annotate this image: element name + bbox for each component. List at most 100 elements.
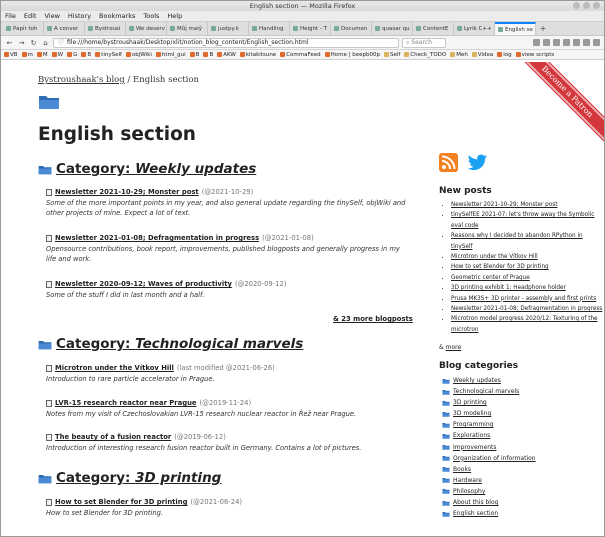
new-post-link[interactable]: 3D printing exhibit 1: Headphone holder <box>451 283 603 293</box>
bookmark[interactable]: VB <box>4 52 18 58</box>
forward-icon[interactable]: → <box>17 39 26 47</box>
reload-icon[interactable]: ↻ <box>29 39 38 47</box>
sidebar-icon[interactable] <box>563 39 570 46</box>
more-link[interactable]: more <box>446 344 462 351</box>
post-title-link[interactable]: Microtron under the Vítkov Hill <box>55 364 174 372</box>
bookmark-folder[interactable]: Self <box>383 52 400 58</box>
post-title-link[interactable]: How to set Blender for 3D printing <box>55 498 187 506</box>
bookmark[interactable]: B <box>203 52 213 58</box>
bookmark[interactable]: objWiki <box>125 52 152 58</box>
post-title-link[interactable]: Newsletter 2021-01-08; Defragmentation i… <box>55 234 259 242</box>
menu-help[interactable]: Help <box>167 12 182 20</box>
new-post-link[interactable]: How to set Blender for 3D printing <box>451 262 603 272</box>
category-link[interactable]: Books <box>442 464 536 475</box>
search-placeholder: Search <box>411 38 432 46</box>
new-post-link[interactable]: Microtron model progress 2020/12: Textur… <box>451 314 603 335</box>
twitter-icon[interactable] <box>467 154 488 172</box>
search-input[interactable]: ⌕ Search <box>402 37 446 48</box>
category-link[interactable]: 3D modeling <box>442 408 536 419</box>
bookmark[interactable]: W <box>51 52 63 58</box>
tab[interactable]: We deserv <box>126 22 167 35</box>
new-post-link[interactable]: tinySelfEE 2021-07: let's throw away the… <box>451 210 603 231</box>
tab[interactable]: Papír toh <box>3 22 44 35</box>
category-link[interactable]: English section <box>442 508 536 519</box>
bookmark-folder[interactable]: Meh <box>450 52 468 58</box>
category-link[interactable]: Improvements <box>442 442 536 453</box>
post-title-link[interactable]: Newsletter 2020-09-12; Waves of producti… <box>55 280 232 288</box>
menu-tools[interactable]: Tools <box>143 12 159 20</box>
bookmark[interactable]: B <box>189 52 199 58</box>
minimize-icon[interactable] <box>573 2 580 9</box>
category-link[interactable]: Programming <box>442 419 536 430</box>
new-tab-button[interactable]: + <box>536 22 550 35</box>
bookmark[interactable]: m <box>21 52 33 58</box>
info-icon[interactable]: ⓘ <box>58 39 64 46</box>
category-heading[interactable]: Category: Weekly updates <box>38 161 256 177</box>
home-icon[interactable]: ⌂ <box>41 39 50 47</box>
new-post-link[interactable]: Microtron under the Vítkov Hill <box>451 252 603 262</box>
bookmark-folder[interactable]: Videa <box>471 52 493 58</box>
pocket-icon[interactable] <box>533 39 540 46</box>
tab[interactable]: Handling <box>249 22 290 35</box>
breadcrumb-home-link[interactable]: Bystroushaak's blog <box>38 75 125 85</box>
library-icon[interactable] <box>553 39 560 46</box>
post-title-link[interactable]: Newsletter 2021-10-29; Monster post <box>55 188 199 196</box>
tab[interactable]: Lyrik C++ <box>454 22 495 35</box>
tab[interactable]: Bystrousi <box>85 22 126 35</box>
tab[interactable]: ContentE <box>413 22 454 35</box>
browser-window: English section — Mozilla Firefox File E… <box>0 0 605 537</box>
bookmark[interactable]: AKW <box>217 52 236 58</box>
category-link[interactable]: Hardware <box>442 475 536 486</box>
tab[interactable]: Documen <box>331 22 372 35</box>
category-link[interactable]: 3D printing <box>442 397 536 408</box>
menu-view[interactable]: View <box>44 12 59 20</box>
menu-edit[interactable]: Edit <box>24 12 37 20</box>
new-post-link[interactable]: Newsletter 2021-10-29; Monster post <box>451 200 603 210</box>
bookmark[interactable]: Home | beepb00p <box>324 52 380 58</box>
tab[interactable]: Můj malý <box>167 22 208 35</box>
category-link[interactable]: Explorations <box>442 430 536 441</box>
bookmark[interactable]: view scripts <box>515 52 554 58</box>
bookmark[interactable]: kitakitsune <box>239 52 276 58</box>
bookmark[interactable]: B <box>81 52 91 58</box>
bookmark[interactable]: M <box>36 52 48 58</box>
new-post-link[interactable]: Geometric center of Prague <box>451 273 603 283</box>
menu-bookmarks[interactable]: Bookmarks <box>99 12 135 20</box>
new-post-link[interactable]: Reasons why I decided to abandon RPython… <box>451 231 603 252</box>
more-blogposts-link[interactable]: & 23 more blogposts <box>333 315 413 323</box>
patron-ribbon[interactable]: Become a Patron <box>508 62 604 151</box>
category-heading[interactable]: Category: 3D printing <box>38 470 221 486</box>
menu-history[interactable]: History <box>68 12 91 20</box>
close-icon[interactable] <box>593 2 600 9</box>
category-link[interactable]: Weekly updates <box>442 375 536 386</box>
new-post-link[interactable]: Prusa MK3S+ 3D printer - assembly and fi… <box>451 294 603 304</box>
category-link[interactable]: Philosophy <box>442 486 536 497</box>
maximize-icon[interactable] <box>583 2 590 9</box>
category-heading[interactable]: Category: Technological marvels <box>38 336 303 352</box>
bookmark[interactable]: G <box>67 52 77 58</box>
category-link[interactable]: About this blog <box>442 497 536 508</box>
bookmark-folder[interactable]: Check_TODO <box>404 52 446 58</box>
category-link[interactable]: Organization of information <box>442 453 536 464</box>
tab-active[interactable]: English se <box>495 22 536 35</box>
bookmark[interactable]: tinySelf <box>95 52 122 58</box>
post-title-link[interactable]: LVR-15 research reactor near Prague <box>55 399 197 407</box>
rss-icon[interactable] <box>439 153 458 172</box>
extension-icon[interactable] <box>583 39 590 46</box>
back-icon[interactable]: ← <box>5 39 14 47</box>
tab[interactable]: A conver <box>44 22 85 35</box>
menu-file[interactable]: File <box>5 12 16 20</box>
url-bar[interactable]: ⓘ file:///home/bystroushaak/Desktop/xlit/… <box>53 37 399 48</box>
tab[interactable]: justpy.k <box>208 22 249 35</box>
category-link[interactable]: Technological marvels <box>442 386 536 397</box>
new-post-link[interactable]: Newsletter 2021-01-08; Defragmentation i… <box>451 304 603 314</box>
bookmark[interactable]: log <box>497 52 512 58</box>
tab[interactable]: Height - T <box>290 22 331 35</box>
bookmark[interactable]: html_gui <box>155 52 186 58</box>
download-icon[interactable] <box>543 39 550 46</box>
bookmark[interactable]: CommaFeed <box>280 52 321 58</box>
tab[interactable]: quasar qu <box>372 22 413 35</box>
extension-icon[interactable] <box>573 39 580 46</box>
post-title-link[interactable]: The beauty of a fusion reactor <box>55 433 171 441</box>
menu-icon[interactable] <box>593 39 600 46</box>
